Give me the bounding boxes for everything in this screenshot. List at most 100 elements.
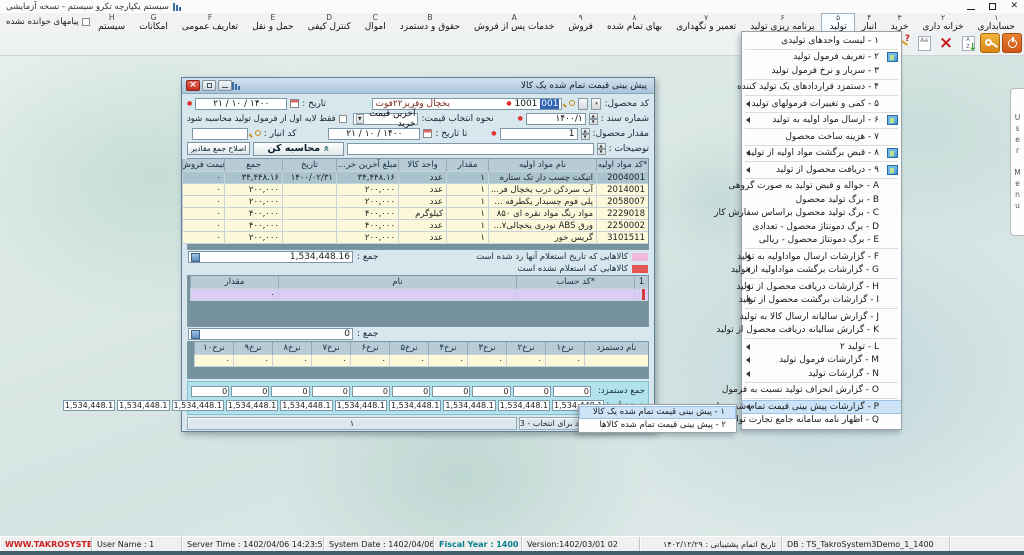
checkbox-icon[interactable]	[339, 115, 347, 123]
calc-grid-icon[interactable]	[191, 330, 200, 339]
menu-item[interactable]: ۳ - سربار و نرخ فرمول تولید	[742, 64, 901, 78]
final-sum-box[interactable]: 1,534,448.1	[280, 400, 332, 411]
unread-messages-checkbox[interactable]: پیامهای خوانده نشده	[6, 17, 90, 27]
doc-no-field[interactable]: ۱۴۰۰/۱	[526, 113, 586, 125]
final-sum-box[interactable]: 1,534,448.1	[443, 400, 495, 411]
menu-item[interactable]: N - گزارشات تولید	[742, 367, 901, 381]
column-header[interactable]: مقدار	[446, 159, 488, 172]
column-header[interactable]: نرخ۵	[389, 342, 428, 355]
dialog-minimize-icon[interactable]	[218, 80, 232, 91]
qty-field[interactable]: 1	[500, 128, 578, 140]
menu-item[interactable]: ۵ - کمی و تغییرات فرمولهای تولید	[742, 97, 901, 111]
column-header[interactable]: نرخ۱	[545, 342, 584, 355]
wage-sum-box[interactable]: 0	[432, 386, 470, 397]
dialog-close-icon[interactable]: ×	[186, 80, 200, 91]
final-sum-box[interactable]: 1,534,448.1	[172, 400, 224, 411]
warehouse-field[interactable]	[192, 128, 248, 140]
column-header[interactable]: مبلغ آخرین خر...	[336, 159, 398, 172]
column-header[interactable]: نام دستمزد	[584, 342, 648, 355]
price-method-dropdown[interactable]: آخرین قیمت خرید ▼	[353, 113, 419, 125]
table-row[interactable]: ۰۰۰۰۰۰۰۰۰۰	[188, 355, 648, 367]
menubar-item-۵[interactable]: ۵تولید	[821, 13, 854, 32]
search-icon[interactable]	[565, 99, 575, 109]
menu-item[interactable]: ۱ - لیست واحدهای تولیدی	[742, 34, 901, 48]
lookup-button-2[interactable]	[578, 98, 588, 110]
menu-item[interactable]: I - گزارشات برگشت محصول از تولید	[742, 294, 901, 308]
table-row[interactable]: 2058007پلی فوم چسبدار یکطرفه ...۱عدد۲۰۰,…	[188, 196, 648, 208]
menubar-item-G[interactable]: Gامکانات	[132, 13, 175, 32]
login-key-icon[interactable]	[980, 33, 1000, 53]
wage-sum-box[interactable]: 0	[271, 386, 309, 397]
wage-sum-box[interactable]: 0	[352, 386, 390, 397]
column-header[interactable]: جمع	[224, 159, 282, 172]
final-sum-box[interactable]: 1,534,448.1	[63, 400, 115, 411]
calendar-icon[interactable]	[423, 129, 432, 138]
chevron-down-icon[interactable]: ▼	[356, 114, 364, 124]
menubar-item-۲[interactable]: ۲خزانه داری	[915, 13, 970, 32]
menu-item[interactable]: K - گزارش سالیانه دریافت محصول از تولید	[742, 324, 901, 338]
search-icon[interactable]	[251, 129, 261, 139]
close-icon[interactable]: ✕	[1010, 2, 1018, 11]
wage-sum-box[interactable]: 0	[513, 386, 551, 397]
wage-sum-box[interactable]: 0	[231, 386, 269, 397]
qty-spinner[interactable]: ▲▼	[581, 128, 590, 140]
menubar-item-۴[interactable]: ۴انبار	[855, 13, 884, 32]
column-header[interactable]: نام	[278, 276, 516, 289]
column-header[interactable]: نرخ۹	[233, 342, 272, 355]
final-sum-box[interactable]: 1,534,448.1	[117, 400, 169, 411]
column-header[interactable]: نرخ۷	[311, 342, 350, 355]
table-row[interactable]: 2250002ورق ABS نودری یخچالی۷...۱عدد۴۰۰,۰…	[188, 220, 648, 232]
lookup-button[interactable]: ▾	[591, 98, 601, 110]
column-header[interactable]: نرخ۱۰	[194, 342, 233, 355]
doc-no-spinner[interactable]: ▲▼	[589, 113, 598, 125]
menubar-item-۳[interactable]: ۳خرید	[884, 13, 916, 32]
menu-item[interactable]: ۴ - دستمزد قراردادهای یک تولید کننده	[742, 81, 901, 95]
dialog-title-bar[interactable]: × پیش بینی قیمت تمام شده یک کالا	[182, 78, 654, 94]
calculate-button[interactable]: » محاسبه کن	[253, 142, 344, 156]
first-layer-checkbox[interactable]: فقط لایه اول از فرمول تولید محاسبه شود	[187, 114, 347, 124]
menubar-item-E[interactable]: Eحمل و نقل	[245, 13, 301, 32]
date-field[interactable]: ۱۴۰۰ / ۱۰ / ۲۱	[195, 98, 287, 110]
menu-item[interactable]: ۲ - تعریف فرمول تولید	[742, 51, 901, 65]
minimize-icon[interactable]	[967, 9, 975, 11]
column-header[interactable]: نرخ۸	[272, 342, 311, 355]
user-menu-tab[interactable]: User Menu	[1010, 88, 1024, 236]
fix-sum-button[interactable]: اصلاح جمع مقادیر	[187, 142, 250, 155]
menubar-item-C[interactable]: Cاموال	[358, 13, 393, 32]
materials-table[interactable]: *کد مواد اولیهنام مواد اولیهمقدارواحد کا…	[187, 158, 649, 250]
notes-spinner[interactable]: ▲▼	[597, 143, 606, 155]
table-row[interactable]: 2004001اتیکت چسب دار تک ستاره۱عدد۳۴,۴۴۸.…	[188, 172, 648, 184]
to-date-field[interactable]: ۱۴۰۰ / ۱۰ / ۲۱	[328, 128, 420, 140]
notes-field[interactable]	[347, 143, 594, 155]
menu-item[interactable]: E - برگ دمونتاژ محصول - ریالی	[742, 234, 901, 248]
column-header[interactable]: قیمت فروش	[182, 159, 224, 172]
column-header[interactable]: نام مواد اولیه	[488, 159, 596, 172]
menu-item[interactable]: F - گزارشات ارسال مواداولیه به تولید	[742, 250, 901, 264]
wage-table[interactable]: نام دستمزدنرخ۱نرخ۲نرخ۳نرخ۴نرخ۵نرخ۶نرخ۷نر…	[187, 341, 649, 379]
submenu-item[interactable]: ۱ - پیش بینی قیمت تمام شده یک کالا	[579, 406, 736, 419]
wage-sum-box[interactable]: 0	[312, 386, 350, 397]
wage-sum-box[interactable]: 0	[472, 386, 510, 397]
column-header[interactable]: *کد حساب	[516, 276, 634, 289]
checkbox-icon[interactable]	[82, 18, 90, 26]
menubar-item-D[interactable]: Dکنترل کیفی	[301, 13, 358, 32]
column-header[interactable]: مقدار	[190, 276, 278, 289]
column-header[interactable]: نرخ۴	[428, 342, 467, 355]
menubar-item-H[interactable]: Hسیستم	[91, 13, 132, 32]
menubar-item-A[interactable]: Aخدمات پس از فروش	[467, 13, 561, 32]
menu-item[interactable]: ۷ - هزینه ساخت محصول	[742, 130, 901, 144]
table-row[interactable]: 2229018مواد رنگ مواد نقره ای ۸۵۰۱کیلوگرم…	[188, 208, 648, 220]
menubar-item-۹[interactable]: ۹فروش	[561, 13, 600, 32]
menu-item[interactable]: J - گزارش سالیانه ارسال کالا به تولید	[742, 310, 901, 324]
menu-item[interactable]: D - برگ دمونتاژ محصول - تعدادی	[742, 220, 901, 234]
column-header[interactable]: تاریخ	[282, 159, 336, 172]
maximize-icon[interactable]	[989, 3, 996, 10]
column-header[interactable]: 1	[634, 276, 648, 289]
font-settings-icon[interactable]: Aa	[914, 33, 934, 53]
delete-icon[interactable]: ×	[936, 33, 956, 53]
wage-sum-box[interactable]: 0	[392, 386, 430, 397]
menu-item[interactable]: ۸ - قبض برگشت مواد اولیه از تولید	[742, 147, 901, 161]
menu-item[interactable]: M - گزارشات فرمول تولید	[742, 354, 901, 368]
menu-item[interactable]: A - حواله و قبض تولید به صورت گروهی	[742, 180, 901, 194]
final-sum-box[interactable]: 1,534,448.1	[498, 400, 550, 411]
